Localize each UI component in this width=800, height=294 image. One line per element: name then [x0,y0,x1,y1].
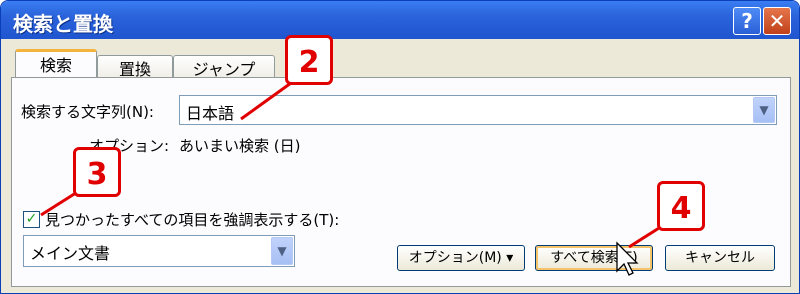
callout-pointers [40,81,668,276]
arrow-cursor-icon [616,241,639,276]
callout-2-pointer [240,81,292,121]
callout-2: 2 [285,35,333,85]
callout-3: 3 [73,147,121,197]
callout-4: 4 [657,181,705,231]
find-replace-dialog: 検索と置換 ? ✕ 検索 置換 ジャンプ 検索する文字列(N): 日本語 ▼ オ… [0,0,800,294]
